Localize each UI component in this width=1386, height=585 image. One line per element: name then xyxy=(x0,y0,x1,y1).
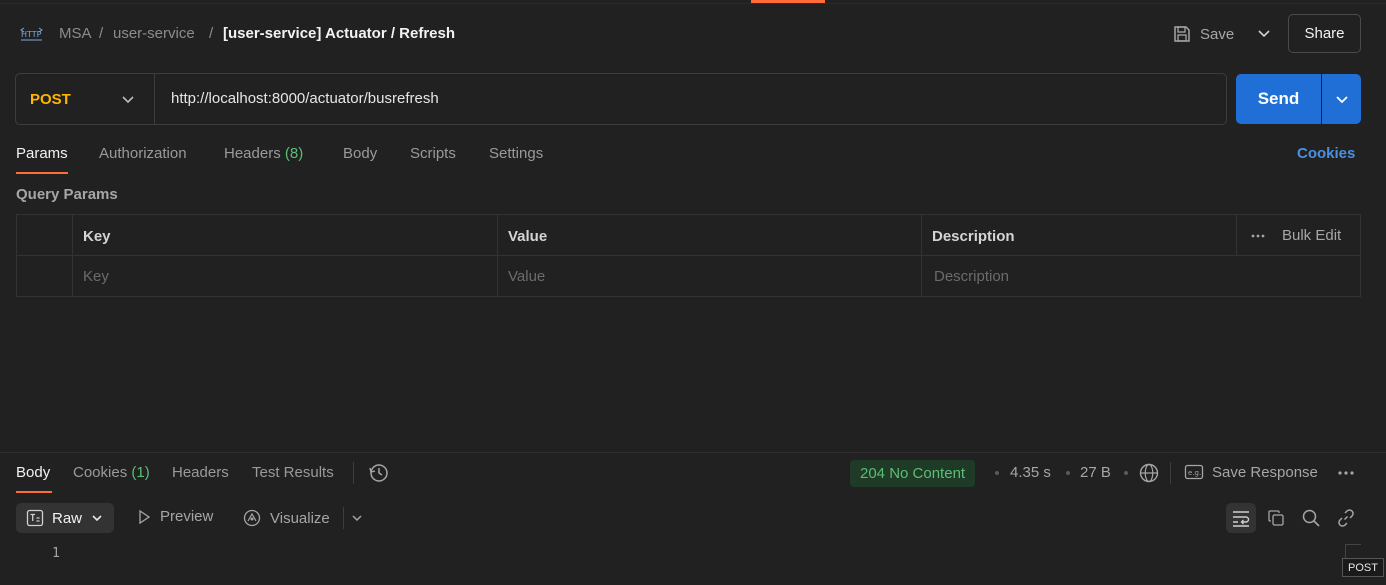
tab-scripts[interactable]: Scripts xyxy=(410,145,456,162)
visualize-button[interactable]: Visualize xyxy=(242,508,330,528)
key-placeholder: Key xyxy=(83,268,109,285)
text-format-icon xyxy=(26,509,44,527)
http-icon: HTTP xyxy=(20,24,44,44)
breadcrumb-collection[interactable]: user-service xyxy=(113,25,195,42)
svg-text:HTTP: HTTP xyxy=(21,30,42,39)
column-header-description: Description xyxy=(922,215,1237,256)
format-label: Raw xyxy=(52,509,83,527)
save-options-chevron-icon[interactable] xyxy=(1253,22,1275,44)
wrap-lines-icon[interactable] xyxy=(1226,503,1256,533)
copy-icon[interactable] xyxy=(1261,503,1291,533)
line-number: 1 xyxy=(52,546,60,561)
tab-params[interactable]: Params xyxy=(16,145,68,162)
visualize-options-chevron-down-icon[interactable] xyxy=(350,511,364,525)
separator-dot xyxy=(995,471,999,475)
example-icon: e.g. xyxy=(1184,462,1204,482)
query-params-table: Key Value Description Bulk Edit Key Valu… xyxy=(16,214,1361,297)
active-tab-underline xyxy=(16,172,68,174)
response-tab-cookies[interactable]: Cookies (1) xyxy=(73,464,150,481)
svg-text:e.g.: e.g. xyxy=(1188,469,1201,477)
response-tab-cookies-label: Cookies xyxy=(73,464,128,481)
response-size[interactable]: 27 B xyxy=(1080,464,1111,481)
divider xyxy=(353,462,354,484)
tooltip-anchor xyxy=(1345,544,1361,558)
preview-button[interactable]: Preview xyxy=(136,508,213,525)
response-tab-cookies-count: (1) xyxy=(131,464,150,481)
request-title[interactable]: [user-service] Actuator / Refresh xyxy=(223,25,455,42)
more-options-icon[interactable] xyxy=(1251,233,1265,239)
query-params-title: Query Params xyxy=(16,186,118,203)
tab-headers[interactable]: Headers (8) xyxy=(224,145,303,162)
response-active-tab-underline xyxy=(16,491,52,493)
top-divider xyxy=(0,3,1386,4)
cookies-link[interactable]: Cookies xyxy=(1297,145,1355,162)
response-tab-test-results[interactable]: Test Results xyxy=(252,464,334,481)
status-badge[interactable]: 204 No Content xyxy=(850,460,976,487)
column-header-value-label: Value xyxy=(508,228,548,245)
method-label: POST xyxy=(30,90,71,108)
more-options-icon[interactable] xyxy=(1337,470,1355,476)
search-icon[interactable] xyxy=(1296,503,1326,533)
save-response-button[interactable]: e.g. Save Response xyxy=(1184,462,1318,482)
preview-label: Preview xyxy=(160,508,214,525)
column-header-description-label: Description xyxy=(932,228,1015,245)
bulk-edit-button[interactable]: Bulk Edit xyxy=(1282,227,1341,244)
tab-authorization[interactable]: Authorization xyxy=(99,145,187,162)
bulk-edit-cell: Bulk Edit xyxy=(1237,215,1361,256)
breadcrumb-separator: / xyxy=(99,25,104,42)
table-header-checkbox-cell xyxy=(17,215,73,256)
column-header-key: Key xyxy=(73,215,498,256)
url-bar: POST http://localhost:8000/actuator/busr… xyxy=(15,73,1227,125)
send-options-chevron-down-icon[interactable] xyxy=(1322,74,1361,124)
response-tab-body[interactable]: Body xyxy=(16,464,50,481)
breadcrumb-workspace[interactable]: MSA xyxy=(59,25,92,42)
send-button[interactable]: Send xyxy=(1236,74,1321,124)
divider xyxy=(343,507,344,529)
visualize-icon xyxy=(242,508,262,528)
request-header: HTTP MSA / user-service / [user-service]… xyxy=(0,14,1386,54)
separator-dot xyxy=(1124,471,1128,475)
tab-headers-label: Headers xyxy=(224,145,281,162)
value-placeholder: Value xyxy=(508,268,546,285)
response-tab-headers[interactable]: Headers xyxy=(172,464,229,481)
history-icon[interactable] xyxy=(368,462,390,484)
response-divider xyxy=(0,452,1386,453)
visualize-label: Visualize xyxy=(270,509,330,527)
description-input[interactable]: Description xyxy=(922,256,1361,297)
description-placeholder: Description xyxy=(934,268,1010,285)
divider xyxy=(1170,462,1171,484)
breadcrumb-separator: / xyxy=(209,25,214,42)
tab-headers-count: (8) xyxy=(284,145,304,162)
row-checkbox-cell xyxy=(17,256,73,297)
save-icon xyxy=(1172,24,1192,44)
value-input[interactable]: Value xyxy=(498,256,922,297)
save-response-label: Save Response xyxy=(1212,463,1318,481)
url-input[interactable]: http://localhost:8000/actuator/busrefres… xyxy=(171,90,439,107)
key-input[interactable]: Key xyxy=(73,256,498,297)
tab-body[interactable]: Body xyxy=(343,145,377,162)
chevron-down-icon xyxy=(90,511,104,525)
response-time[interactable]: 4.35 s xyxy=(1010,464,1051,481)
play-icon xyxy=(136,509,152,525)
tab-settings[interactable]: Settings xyxy=(489,145,543,162)
link-icon[interactable] xyxy=(1331,503,1361,533)
tooltip: POST xyxy=(1342,558,1384,577)
separator-dot xyxy=(1066,471,1070,475)
save-button[interactable]: Save xyxy=(1172,18,1234,50)
globe-icon[interactable] xyxy=(1138,462,1160,484)
method-chevron-down-icon[interactable] xyxy=(118,89,138,109)
format-select[interactable]: Raw xyxy=(16,503,114,533)
column-header-key-label: Key xyxy=(83,228,111,245)
save-label: Save xyxy=(1200,25,1235,43)
column-header-value: Value xyxy=(498,215,922,256)
share-button[interactable]: Share xyxy=(1288,14,1361,53)
